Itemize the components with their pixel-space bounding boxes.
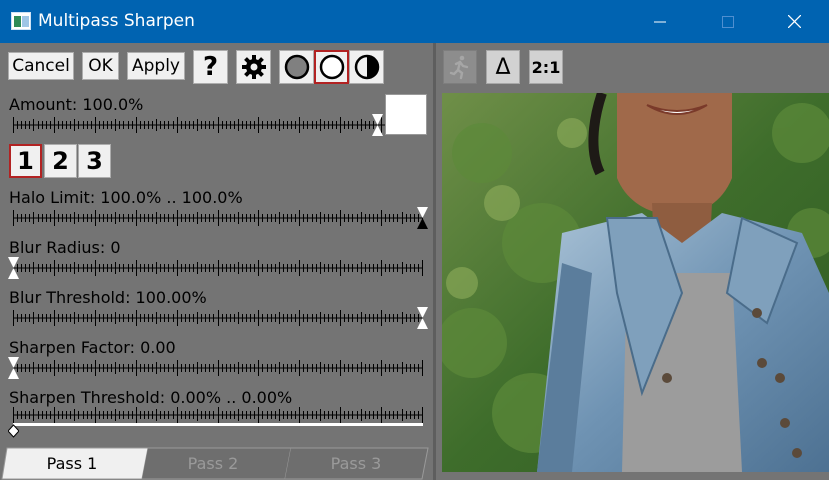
title-bar: Multipass Sharpen [0,0,829,43]
blur-threshold-slider-track[interactable] [13,308,423,328]
apply-button[interactable]: Apply [127,52,185,80]
settings-button[interactable] [236,50,271,84]
sharpen-threshold-range-line [13,423,423,426]
sharpen-threshold-slider-track[interactable] [13,405,423,425]
blur-radius-slider-thumb[interactable] [8,257,19,279]
halo-limit-label: Halo Limit: 100.0% .. 100.0% [9,188,243,207]
blur-radius-slider-track[interactable] [13,258,423,278]
amount-slider-track[interactable] [13,115,423,135]
blur-radius-label: Blur Radius: 0 [9,238,121,257]
tab-pass-1[interactable]: Pass 1 [12,454,132,473]
maximize-button[interactable] [705,0,751,43]
pass-3-button[interactable]: 3 [78,144,111,178]
circle-half-icon [354,54,379,80]
maximize-icon [722,15,734,28]
halo-limit-slider-thumb[interactable] [417,207,428,229]
mode-half-button[interactable] [349,50,384,84]
mode-gray-button[interactable] [279,50,314,84]
mode-white-button[interactable] [314,50,349,84]
tab-pass-3[interactable]: Pass 3 [296,454,416,473]
minimize-icon [654,21,666,22]
close-button[interactable] [771,0,817,43]
color-swatch[interactable] [385,94,427,135]
sharpen-threshold-slider-thumb[interactable] [8,424,19,438]
tab-pass-2[interactable]: Pass 2 [153,454,273,473]
close-icon [787,15,801,28]
gear-icon [241,55,266,79]
run-preview-button[interactable] [443,50,477,84]
amount-label: Amount: 100.0% [9,95,144,114]
settings-panel: Cancel OK Apply ? Amount: 100.0% 1 2 3 H… [0,43,433,480]
circle-gray-icon [284,54,309,80]
help-button[interactable]: ? [193,50,228,84]
zoom-button[interactable]: 2:1 [529,50,563,84]
blur-threshold-label: Blur Threshold: 100.00% [9,288,207,307]
app-icon [11,12,31,30]
cancel-button[interactable]: Cancel [8,52,74,80]
sharpen-factor-label: Sharpen Factor: 0.00 [9,338,176,357]
pass-tabs: Pass 1 Pass 2 Pass 3 [0,447,433,480]
preview-image[interactable] [442,93,829,472]
difference-button[interactable]: Δ [486,50,520,84]
sharpen-factor-slider-thumb[interactable] [8,357,19,379]
ok-button[interactable]: OK [82,52,119,80]
sharpen-factor-slider-track[interactable] [13,358,423,378]
halo-limit-slider-track[interactable] [13,208,423,228]
running-person-icon [449,55,469,80]
pass-2-button[interactable]: 2 [44,144,77,178]
minimize-button[interactable] [637,0,683,43]
blur-threshold-slider-thumb[interactable] [417,307,428,329]
amount-slider-thumb[interactable] [372,114,383,136]
circle-white-icon [319,54,344,80]
preview-panel: Δ 2:1 [436,43,829,480]
pass-1-button[interactable]: 1 [9,144,42,178]
window-title: Multipass Sharpen [38,11,195,31]
